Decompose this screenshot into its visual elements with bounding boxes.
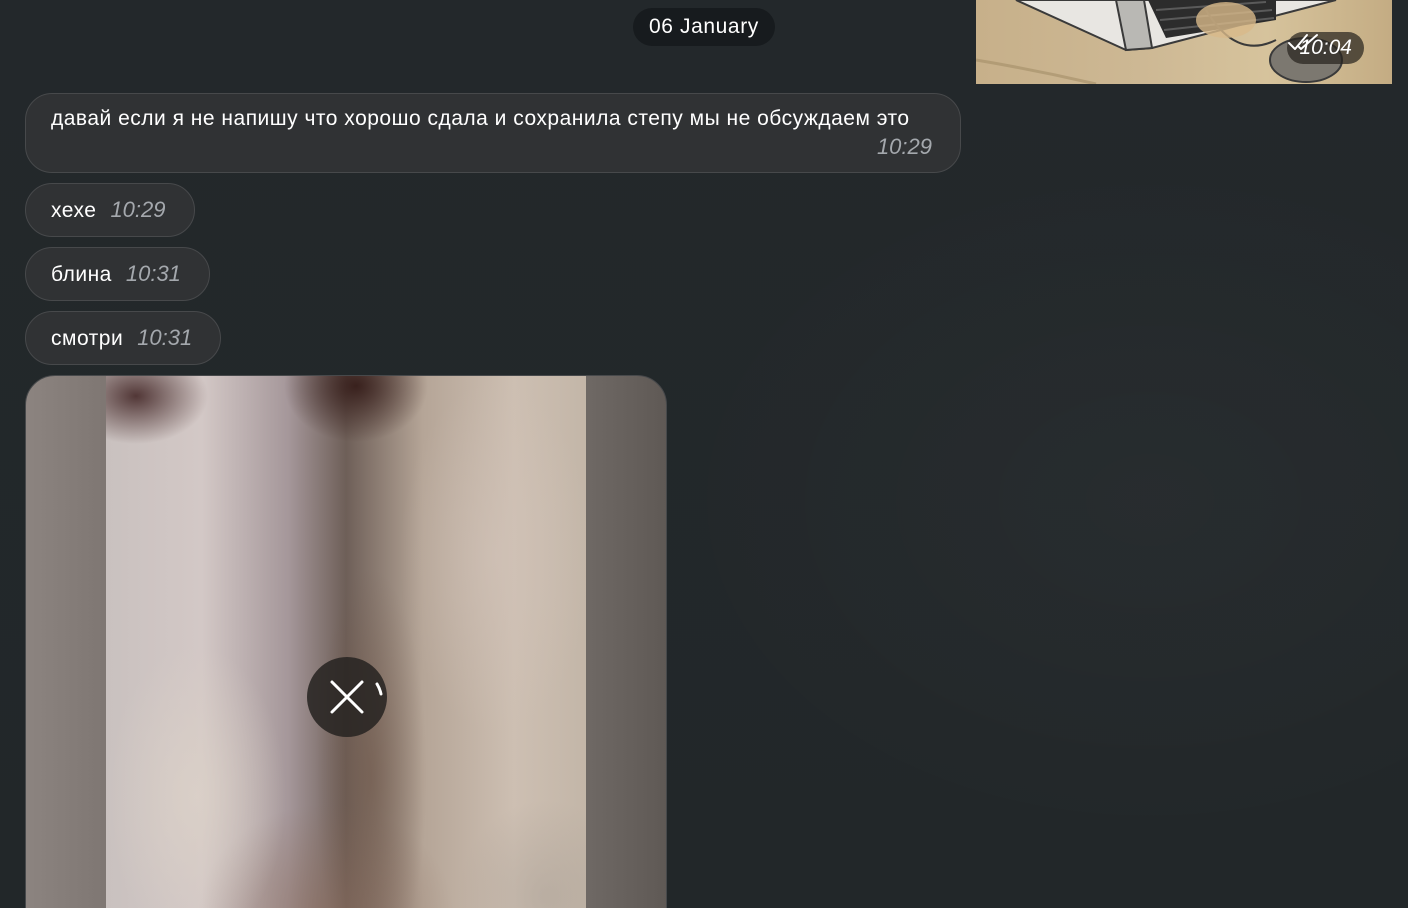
cancel-download-button[interactable] — [307, 657, 387, 737]
message-time: 10:29 — [110, 197, 166, 222]
message-text: смотри — [51, 327, 124, 350]
message-time: 10:31 — [125, 261, 181, 286]
incoming-message[interactable]: смотри 10:31 — [25, 311, 222, 365]
photo-time-badge: 10:04 — [1287, 32, 1364, 64]
message-time: 10:29 — [876, 134, 932, 159]
blurred-photo-preview — [106, 376, 586, 908]
cancel-download-icon — [330, 680, 383, 714]
message-text: блина — [51, 263, 112, 286]
message-text: давай если я не напишу что хорошо сдала … — [51, 107, 910, 130]
double-check-icon — [1288, 34, 1319, 50]
message-time: 10:31 — [137, 325, 193, 350]
incoming-media-message[interactable] — [25, 375, 667, 908]
loading-arc-icon — [375, 682, 383, 696]
incoming-message[interactable]: давай если я не напишу что хорошо сдала … — [25, 93, 961, 173]
chat-history: 10:04 06 January давай если я не напишу … — [0, 0, 1408, 908]
date-separator: 06 January — [633, 8, 775, 46]
incoming-message[interactable]: хехе 10:29 — [25, 183, 195, 237]
message-text: хехе — [51, 199, 97, 222]
incoming-message[interactable]: блина 10:31 — [25, 247, 210, 301]
outgoing-photo-message[interactable]: 10:04 — [976, 0, 1392, 84]
